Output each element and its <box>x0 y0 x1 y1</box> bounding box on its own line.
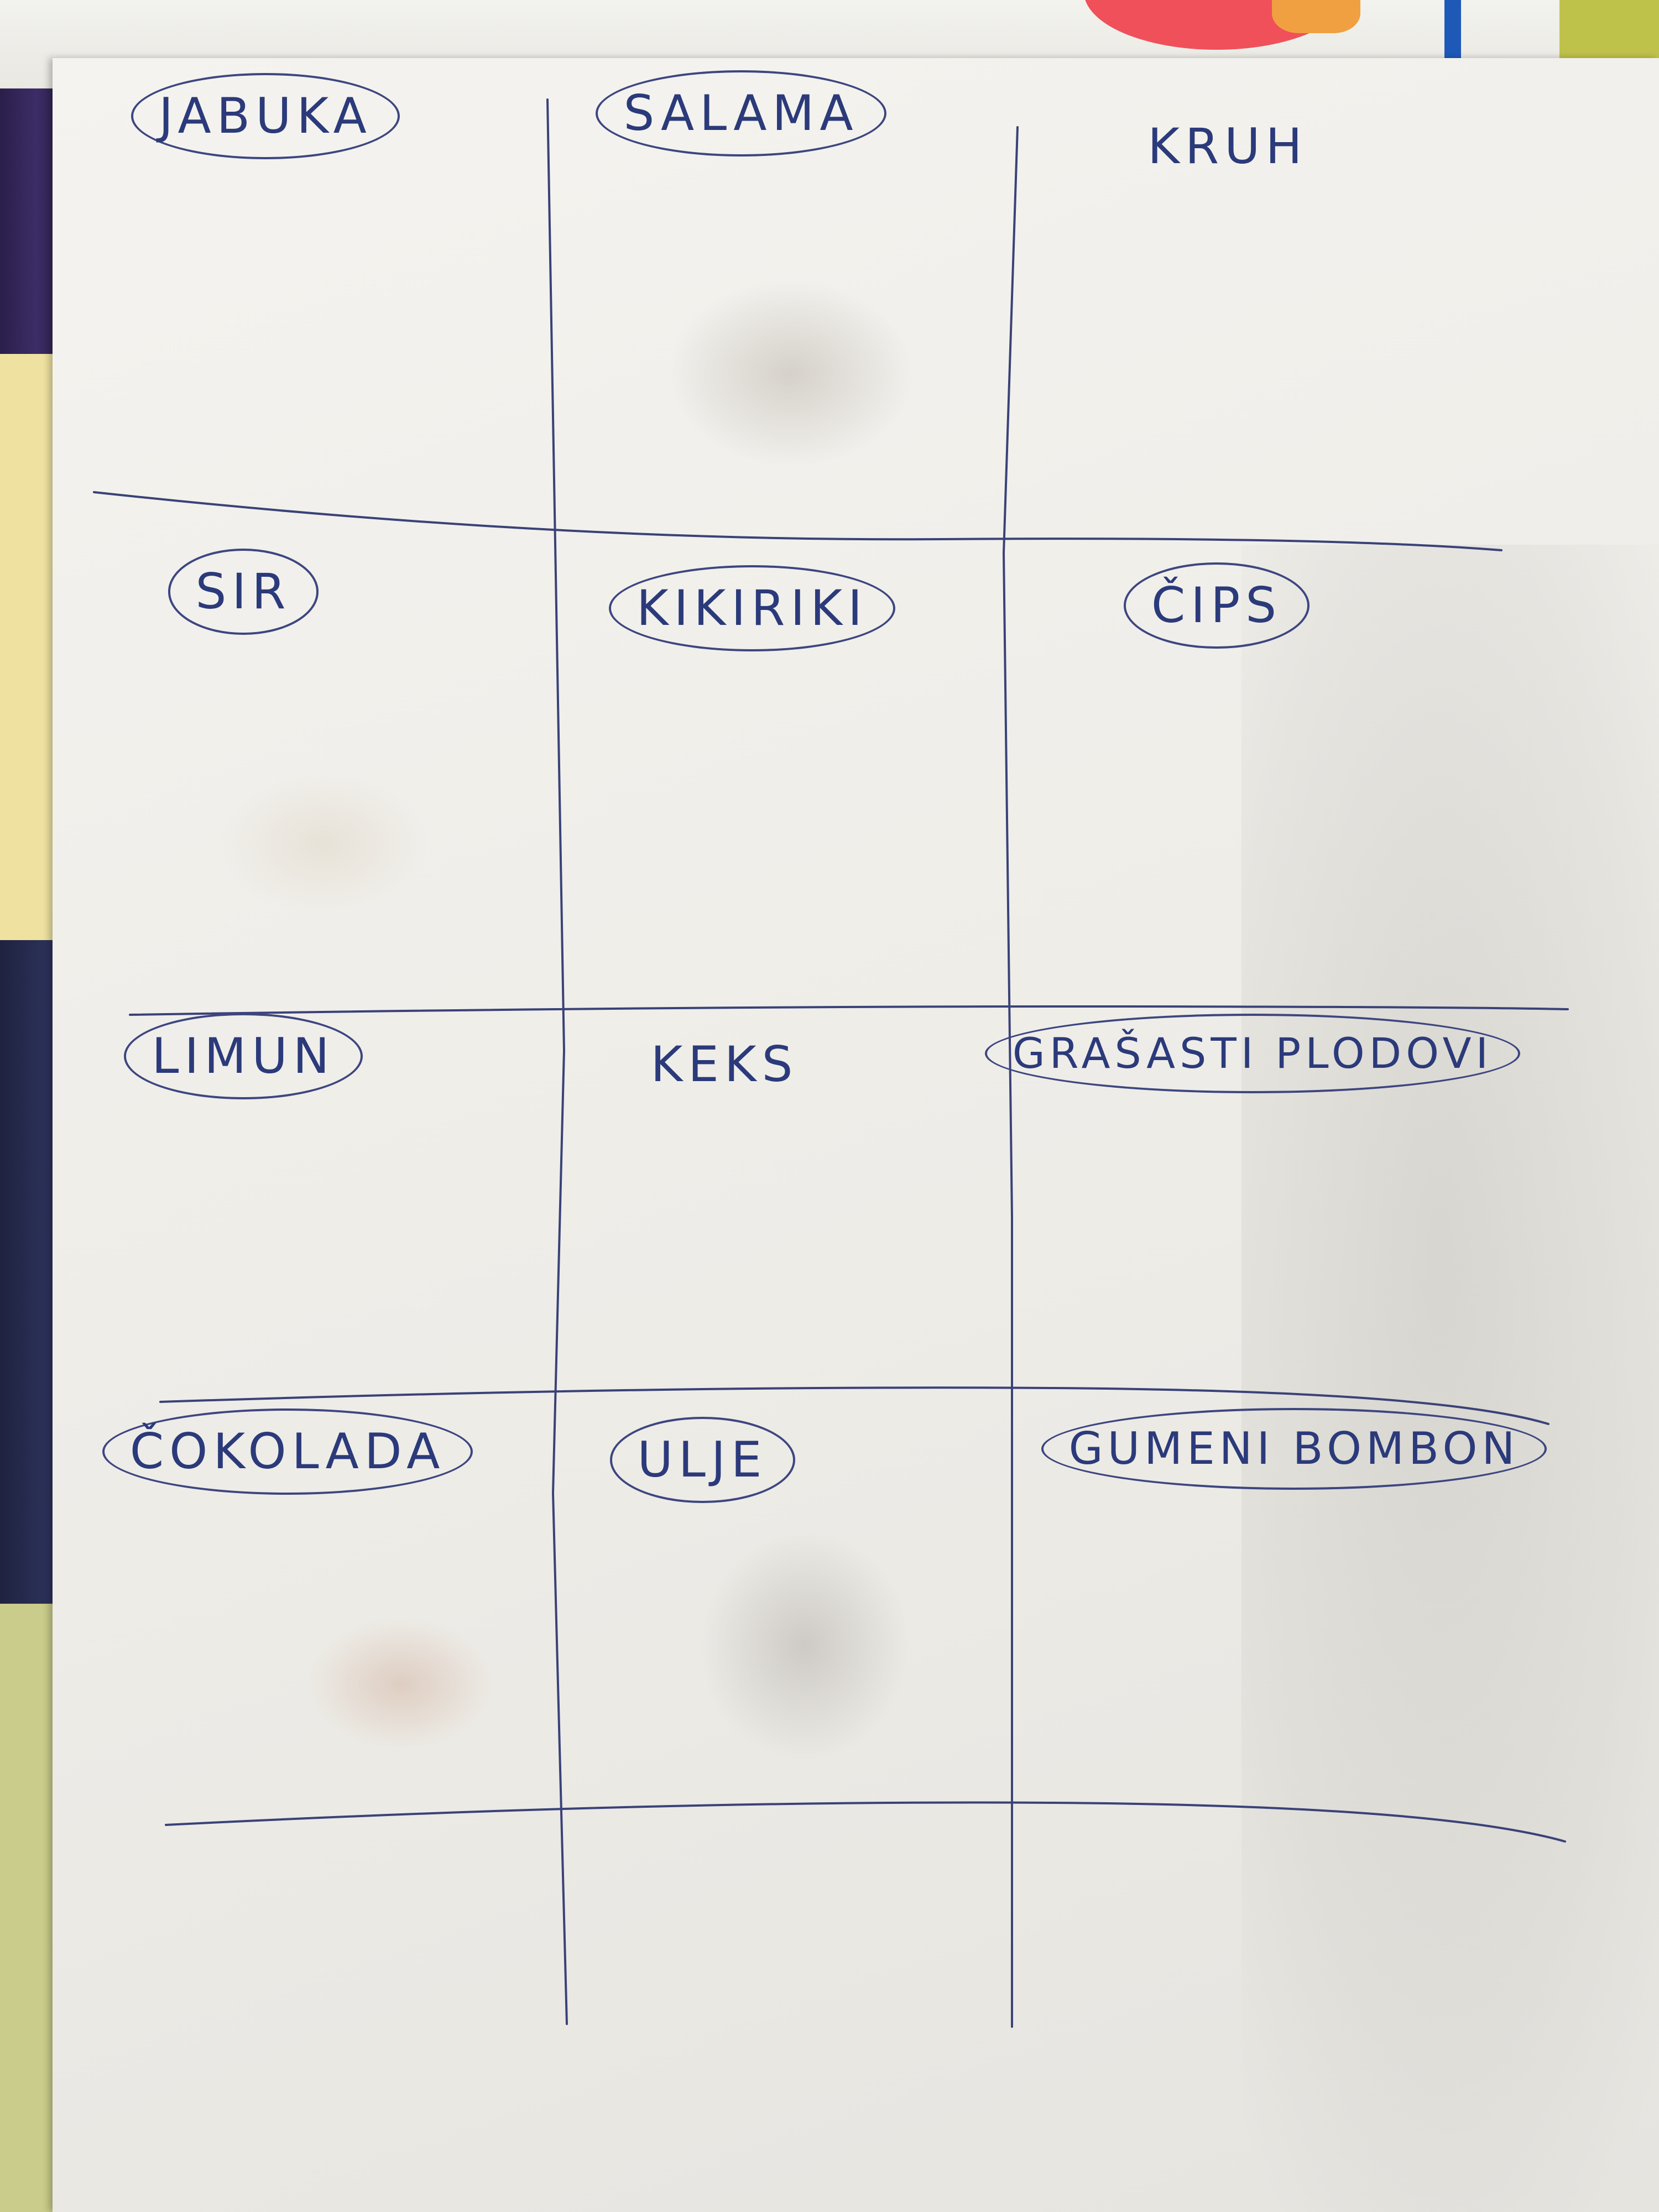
hand-shadow <box>1241 545 1659 2212</box>
food-label: LIMUN <box>124 1013 363 1099</box>
stain <box>218 771 429 915</box>
food-label: SALAMA <box>596 70 886 156</box>
food-label: ČOKOLADA <box>102 1408 473 1495</box>
cell-6: ČIPS <box>1106 547 1327 664</box>
food-label: GUMENI BOMBON <box>1041 1408 1547 1490</box>
stain <box>700 1529 910 1761</box>
cell-8: KEKS <box>608 1018 841 1112</box>
cell-3: KRUH <box>1100 88 1355 205</box>
cell-2: SALAMA <box>596 50 886 177</box>
orange-printed-shape <box>1272 0 1360 33</box>
cell-9: GRAŠASTI PLODOVI <box>984 990 1521 1117</box>
stain <box>307 1618 495 1750</box>
cell-12: GUMENI BOMBON <box>1041 1388 1547 1510</box>
paper-sheet <box>53 58 1659 2212</box>
cell-10: ČOKOLADA <box>102 1388 473 1515</box>
food-label: SIR <box>168 549 319 635</box>
cell-4: SIR <box>133 531 354 653</box>
cell-1: JABUKA <box>111 44 420 188</box>
photo-scene: JABUKA SALAMA KRUH SIR KIKIRIKI ČIPS LIM… <box>0 0 1659 2212</box>
food-label: KEKS <box>650 1036 799 1093</box>
food-label: JABUKA <box>131 73 400 159</box>
cell-7: LIMUN <box>116 1001 371 1112</box>
food-label: ČIPS <box>1123 562 1310 649</box>
food-label: GRAŠASTI PLODOVI <box>984 1014 1521 1093</box>
cell-11: ULJE <box>603 1399 802 1521</box>
food-label: KIKIRIKI <box>608 565 896 651</box>
stain <box>666 279 915 467</box>
food-label: KRUH <box>1147 118 1308 175</box>
food-label: ULJE <box>609 1417 795 1503</box>
cell-5: KIKIRIKI <box>608 547 896 669</box>
